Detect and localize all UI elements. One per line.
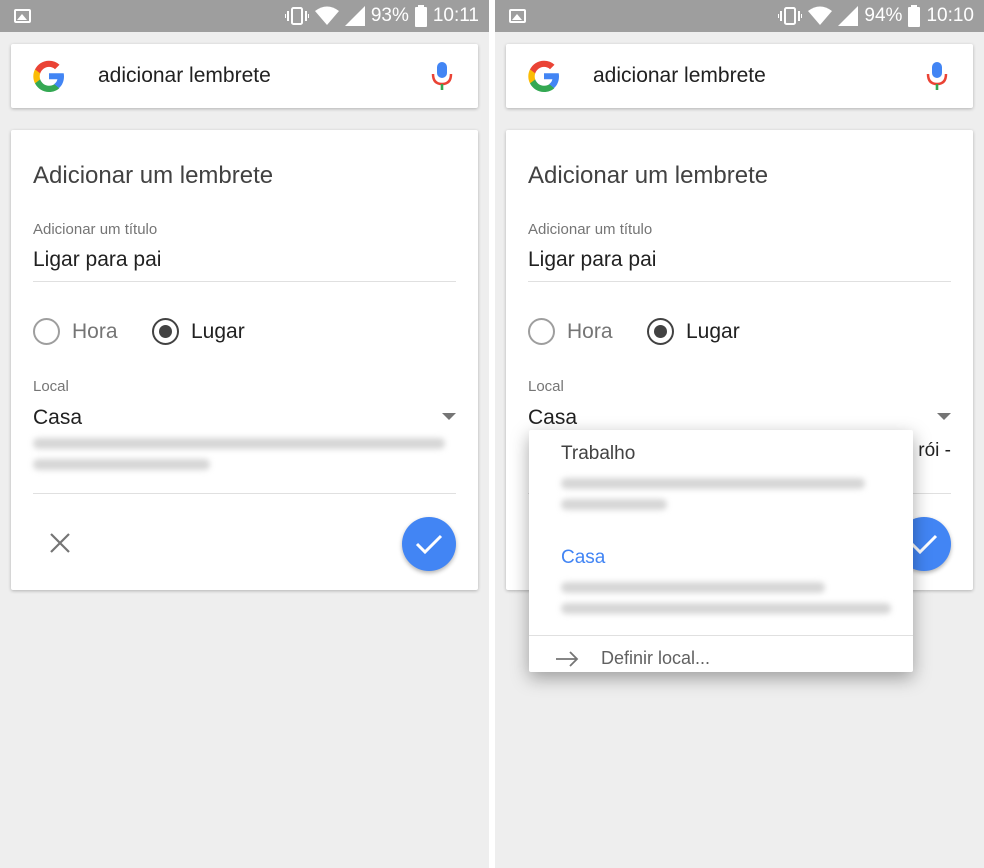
vibrate-icon (284, 7, 309, 25)
location-select[interactable]: Casa (33, 406, 82, 430)
radio-lugar[interactable]: Lugar (647, 318, 740, 345)
battery-icon (414, 5, 427, 27)
wifi-icon (808, 6, 833, 25)
signal-icon (344, 6, 365, 26)
check-icon (910, 534, 938, 555)
mic-icon[interactable] (430, 60, 454, 92)
wifi-icon (314, 6, 339, 25)
location-label: Local (528, 378, 564, 395)
radio-hora[interactable]: Hora (528, 318, 613, 345)
card-title: Adicionar um lembrete (33, 162, 274, 189)
signal-icon (838, 6, 859, 26)
mic-icon[interactable] (925, 60, 949, 92)
menu-option-trabalho[interactable]: Trabalho (561, 443, 635, 465)
menu-divider (529, 635, 913, 636)
search-query[interactable]: adicionar lembrete (98, 64, 271, 88)
left-screen: 93% 10:11 adicionar lembrete Adicionar u… (0, 0, 489, 868)
radio-checked-icon (152, 318, 179, 345)
blurred-address-home (561, 582, 891, 624)
battery-icon (908, 5, 921, 27)
vibrate-icon (778, 7, 803, 25)
card-title: Adicionar um lembrete (528, 162, 769, 189)
location-select[interactable]: Casa (528, 406, 577, 430)
save-button[interactable] (402, 517, 456, 571)
status-bar: 94% 10:10 (495, 0, 984, 32)
location-dropdown-menu: Trabalho Casa Definir local... (529, 430, 913, 672)
title-field-underline (528, 281, 951, 282)
define-location-option[interactable]: Definir local... (555, 648, 710, 669)
search-bar[interactable]: adicionar lembrete (11, 44, 478, 108)
dropdown-arrow-icon[interactable] (442, 413, 456, 420)
clock: 10:10 (926, 5, 974, 26)
radio-checked-icon (647, 318, 674, 345)
blurred-address (33, 438, 445, 480)
menu-option-casa[interactable]: Casa (561, 547, 605, 569)
battery-percent: 94% (864, 5, 903, 26)
google-logo (33, 60, 64, 92)
location-underline (33, 493, 456, 494)
battery-percent: 93% (370, 5, 409, 26)
google-logo (528, 60, 559, 92)
blurred-address-work (561, 478, 891, 520)
clock: 10:11 (432, 5, 479, 26)
title-field[interactable]: Ligar para pai (528, 248, 656, 272)
location-label: Local (33, 378, 69, 395)
radio-lugar[interactable]: Lugar (152, 318, 245, 345)
title-field-underline (33, 281, 456, 282)
dropdown-arrow-icon[interactable] (937, 413, 951, 420)
address-partial-text: rói - (918, 440, 951, 461)
search-bar[interactable]: adicionar lembrete (506, 44, 973, 108)
define-location-label: Definir local... (601, 648, 711, 668)
image-notification-icon (509, 9, 526, 23)
title-field-label: Adicionar um título (33, 221, 158, 238)
right-screen: 94% 10:10 adicionar lembrete Adicionar u… (495, 0, 984, 868)
check-icon (415, 534, 443, 555)
title-field[interactable]: Ligar para pai (33, 248, 161, 272)
radio-hora[interactable]: Hora (33, 318, 118, 345)
title-field-label: Adicionar um título (528, 221, 653, 238)
arrow-right-icon (556, 650, 579, 667)
radio-unchecked-icon (528, 318, 555, 345)
reminder-card: Adicionar um lembrete Adicionar um títul… (11, 130, 478, 590)
status-bar: 93% 10:11 (0, 0, 489, 32)
radio-unchecked-icon (33, 318, 60, 345)
image-notification-icon (14, 9, 31, 23)
search-query[interactable]: adicionar lembrete (593, 64, 766, 88)
close-icon[interactable] (47, 530, 73, 556)
